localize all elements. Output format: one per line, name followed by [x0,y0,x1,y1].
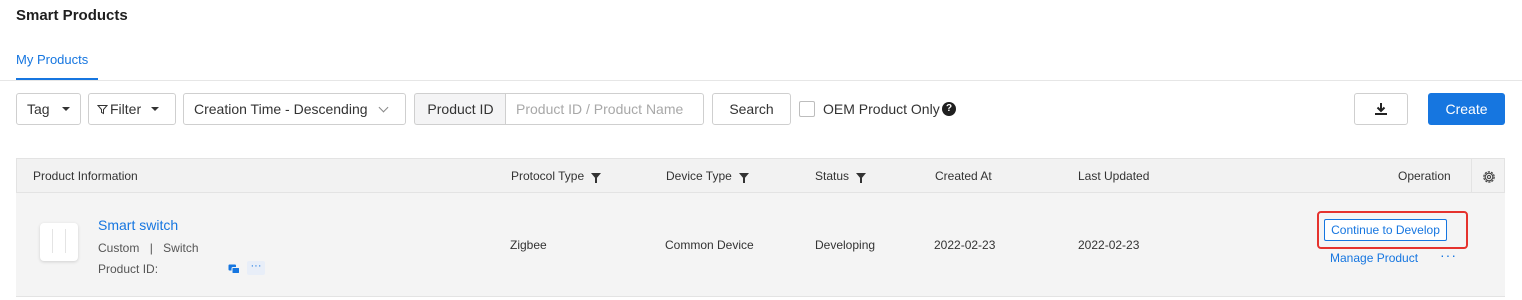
filter-icon [97,104,108,114]
table-header: Product Information Protocol Type Device… [16,158,1506,194]
created-at-cell: 2022-02-23 [934,238,996,252]
gear-icon [1483,170,1495,183]
filter-icon[interactable] [591,173,602,183]
protocol-type-cell: Zigbee [510,238,547,252]
row-more-button[interactable]: ··· [1440,247,1457,263]
product-id: Product ID: [98,262,158,276]
caret-down-icon [151,107,160,111]
column-settings-button[interactable] [1471,159,1506,194]
col-status[interactable]: Status [815,169,867,183]
sort-value: Creation Time - Descending [194,101,368,117]
status-cell: Developing [815,238,876,252]
continue-to-develop-button[interactable]: Continue to Develop [1324,219,1447,241]
col-protocol-type-label: Protocol Type [511,169,585,183]
filter-icon[interactable] [738,173,749,183]
product-category: Custom | Switch [98,241,199,255]
filter-label: Filter [110,101,142,117]
download-icon [1375,103,1387,115]
products-table: Product Information Protocol Type Device… [16,158,1505,297]
tab-my-products[interactable]: My Products [16,52,88,67]
table-row: Smart switch Custom | Switch Product ID:… [16,193,1505,297]
toolbar: Tag Filter Creation Time - Descending Pr… [0,93,1522,125]
filter-icon[interactable] [856,173,867,183]
product-subcategory-label: Switch [163,241,199,255]
product-name-link[interactable]: Smart switch [98,217,178,233]
col-operation: Operation [1398,169,1451,183]
tag-label: Tag [27,101,50,117]
filter-dropdown[interactable]: Filter [88,93,176,125]
search-input[interactable] [505,93,704,125]
oem-checkbox[interactable] [799,101,815,117]
tag-dropdown[interactable]: Tag [16,93,81,125]
col-created-at: Created At [935,169,992,183]
product-id-label: Product ID: [98,262,159,276]
category-separator: | [149,241,153,255]
col-product-info: Product Information [33,169,138,183]
col-device-type[interactable]: Device Type [666,169,749,183]
col-last-updated: Last Updated [1078,169,1150,183]
more-icon[interactable]: ··· [247,261,265,275]
search-type-label: Product ID [414,93,506,125]
product-category-label: Custom [98,241,140,255]
manage-product-link[interactable]: Manage Product [1330,251,1418,265]
last-updated-cell: 2022-02-23 [1078,238,1140,252]
page-title: Smart Products [16,7,128,24]
col-device-type-label: Device Type [666,169,732,183]
create-button[interactable]: Create [1428,93,1505,125]
search-button[interactable]: Search [712,93,791,125]
tab-bar: My Products [0,44,1522,81]
product-thumbnail [40,223,78,261]
col-status-label: Status [815,169,850,183]
col-protocol-type[interactable]: Protocol Type [511,169,602,183]
tab-active-indicator [16,78,98,80]
download-button[interactable] [1354,93,1408,125]
device-type-cell: Common Device [665,238,754,252]
chat-icon[interactable] [228,264,240,275]
oem-label: OEM Product Only [823,101,940,117]
caret-down-icon [61,107,70,111]
chevron-down-icon [378,102,388,112]
sort-select[interactable]: Creation Time - Descending [183,93,406,125]
help-icon[interactable]: ? [942,102,956,116]
